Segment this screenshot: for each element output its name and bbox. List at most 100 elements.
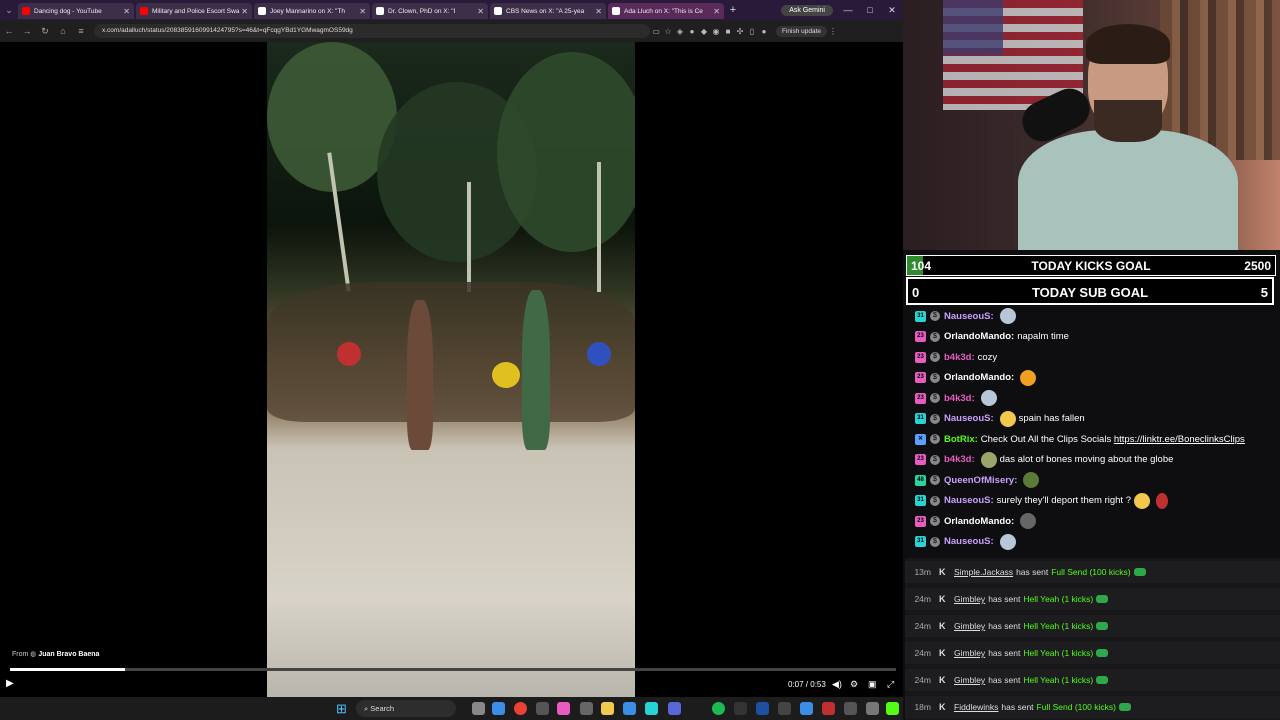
- app-icon[interactable]: [822, 702, 835, 715]
- chat-link[interactable]: https://linktr.ee/BoneclinksClips: [1114, 434, 1245, 445]
- settings-gear-icon[interactable]: ⚙: [850, 679, 858, 690]
- app-icon[interactable]: [536, 702, 549, 715]
- chat-username[interactable]: NauseouS:: [944, 413, 994, 424]
- kick-emote-icon: [1096, 622, 1109, 630]
- install-icon[interactable]: ▭: [650, 27, 662, 36]
- profile-avatar-icon[interactable]: ●: [758, 27, 770, 36]
- tab-search-icon[interactable]: ⌄: [0, 5, 18, 16]
- kick-username[interactable]: Simple.Jackass: [954, 567, 1013, 577]
- chat-username[interactable]: OrlandoMando:: [944, 331, 1014, 342]
- person: [522, 290, 550, 450]
- chat-text: Check Out All the Clips Socials: [980, 433, 1112, 445]
- app-icon[interactable]: [800, 702, 813, 715]
- close-icon[interactable]: ✕: [241, 7, 248, 16]
- extension-icon[interactable]: ■: [722, 27, 734, 36]
- close-icon[interactable]: ✕: [359, 7, 366, 16]
- tab-title: CBS News on X: "A 25-yea: [506, 7, 585, 15]
- chat-username[interactable]: NauseouS:: [944, 495, 994, 506]
- app-icon[interactable]: [668, 702, 681, 715]
- close-icon[interactable]: ✕: [123, 7, 130, 16]
- source-name[interactable]: Juan Bravo Baena: [38, 651, 99, 658]
- url-input[interactable]: x.com/adalluch/status/208385916099142479…: [94, 24, 650, 38]
- video-progress-bar[interactable]: [10, 668, 896, 671]
- gifter-badge-icon: $: [930, 331, 940, 342]
- chat-username[interactable]: b4k3d:: [944, 393, 975, 404]
- file-explorer-icon[interactable]: [601, 702, 614, 715]
- extension-icon[interactable]: ◆: [698, 27, 710, 36]
- youtube-icon: [22, 7, 30, 15]
- tab-2[interactable]: Joey Mannarino on X: "Th ✕: [254, 3, 370, 19]
- app-icon[interactable]: [623, 702, 636, 715]
- forward-icon[interactable]: →: [18, 26, 36, 36]
- kick-username[interactable]: Gimbley: [954, 594, 985, 604]
- windows-start-icon[interactable]: ⊞: [336, 701, 347, 717]
- tab-5[interactable]: Ada Lluch on X: "This is Ce ✕: [608, 3, 724, 19]
- video-frame[interactable]: [267, 42, 635, 697]
- home-icon[interactable]: ⌂: [54, 26, 72, 36]
- spotify-icon[interactable]: [712, 702, 725, 715]
- bookmark-star-icon[interactable]: ☆: [662, 27, 674, 36]
- kick-username[interactable]: Gimbley: [954, 621, 985, 631]
- new-tab-button[interactable]: +: [726, 3, 740, 17]
- menu-icon[interactable]: ⋮: [827, 27, 839, 36]
- app-icon[interactable]: [734, 702, 747, 715]
- tab-0[interactable]: Dancing dog - YouTube ✕: [18, 3, 134, 19]
- subscriber-badge-icon: 48: [915, 474, 926, 486]
- copilot-icon[interactable]: [492, 702, 505, 715]
- volume-icon[interactable]: ◀): [832, 679, 842, 690]
- kick-message: Hell Yeah (1 kicks): [1023, 594, 1094, 604]
- app-icon[interactable]: [472, 702, 485, 715]
- close-icon[interactable]: ✕: [713, 7, 720, 16]
- play-icon[interactable]: ▶: [6, 678, 14, 689]
- kick-sent-label: has sent: [1016, 567, 1049, 577]
- taskbar-search[interactable]: ⌕ Search: [356, 700, 456, 717]
- fullscreen-icon[interactable]: ⤢: [887, 679, 894, 690]
- finish-update-button[interactable]: Finish update: [776, 25, 828, 37]
- tab-4[interactable]: CBS News on X: "A 25-yea ✕: [490, 3, 606, 19]
- maximize-button[interactable]: □: [859, 5, 881, 15]
- sidebar-icon[interactable]: ▯: [746, 27, 758, 36]
- app-icon[interactable]: [756, 702, 769, 715]
- tab-3[interactable]: Dr. Clown, PhD on X: "I ✕: [372, 3, 488, 19]
- extension-icon[interactable]: ◉: [710, 27, 722, 36]
- chat-message: 23 $ OrlandoMando:: [915, 369, 1039, 386]
- chat-username[interactable]: OrlandoMando:: [944, 516, 1014, 527]
- chrome-icon[interactable]: [514, 702, 527, 715]
- close-icon[interactable]: ✕: [595, 7, 602, 16]
- extension-icon[interactable]: ●: [686, 27, 698, 36]
- chat-username[interactable]: b4k3d:: [944, 454, 975, 465]
- reload-icon[interactable]: ↻: [36, 26, 54, 37]
- gifter-badge-icon: $: [930, 454, 940, 465]
- gifter-badge-icon: $: [930, 536, 940, 547]
- chat-username[interactable]: NauseouS:: [944, 536, 994, 547]
- app-icon[interactable]: [886, 702, 899, 715]
- app-icon[interactable]: [645, 702, 658, 715]
- tab-1[interactable]: Military and Police Escort Swa ✕: [136, 3, 252, 19]
- app-icon[interactable]: [866, 702, 879, 715]
- chat-username[interactable]: NauseouS:: [944, 311, 994, 322]
- kick-username[interactable]: Gimbley: [954, 648, 985, 658]
- chat-username[interactable]: b4k3d:: [944, 352, 975, 363]
- chat-username[interactable]: BotRix:: [944, 434, 978, 445]
- app-icon[interactable]: [557, 702, 570, 715]
- webcam-feed: [903, 0, 1280, 250]
- back-icon[interactable]: ←: [0, 26, 18, 36]
- app-icon[interactable]: [580, 702, 593, 715]
- chat-username[interactable]: OrlandoMando:: [944, 372, 1014, 383]
- kick-username[interactable]: Gimbley: [954, 675, 985, 685]
- close-icon[interactable]: ✕: [477, 7, 484, 16]
- site-info-icon[interactable]: ≡: [72, 26, 90, 36]
- minimize-button[interactable]: —: [837, 5, 859, 15]
- extension-icon[interactable]: ◈: [674, 27, 686, 36]
- app-icon[interactable]: [844, 702, 857, 715]
- app-icon[interactable]: [778, 702, 791, 715]
- ask-gemini-button[interactable]: Ask Gemini: [781, 4, 833, 16]
- tree-trunk: [467, 182, 471, 292]
- kick-username[interactable]: Fiddlewinks: [954, 702, 998, 712]
- extensions-puzzle-icon[interactable]: ✣: [734, 27, 746, 36]
- close-window-button[interactable]: ✕: [881, 5, 903, 16]
- chat-username[interactable]: QueenOfMisery:: [944, 475, 1017, 486]
- kick-notification: 24m K Gimbley has sent Hell Yeah (1 kicks): [905, 588, 1280, 610]
- chat-message: ✕ $ BotRix: Check Out All the Clips Socials…: [915, 431, 1245, 447]
- pip-icon[interactable]: ▣: [868, 679, 877, 690]
